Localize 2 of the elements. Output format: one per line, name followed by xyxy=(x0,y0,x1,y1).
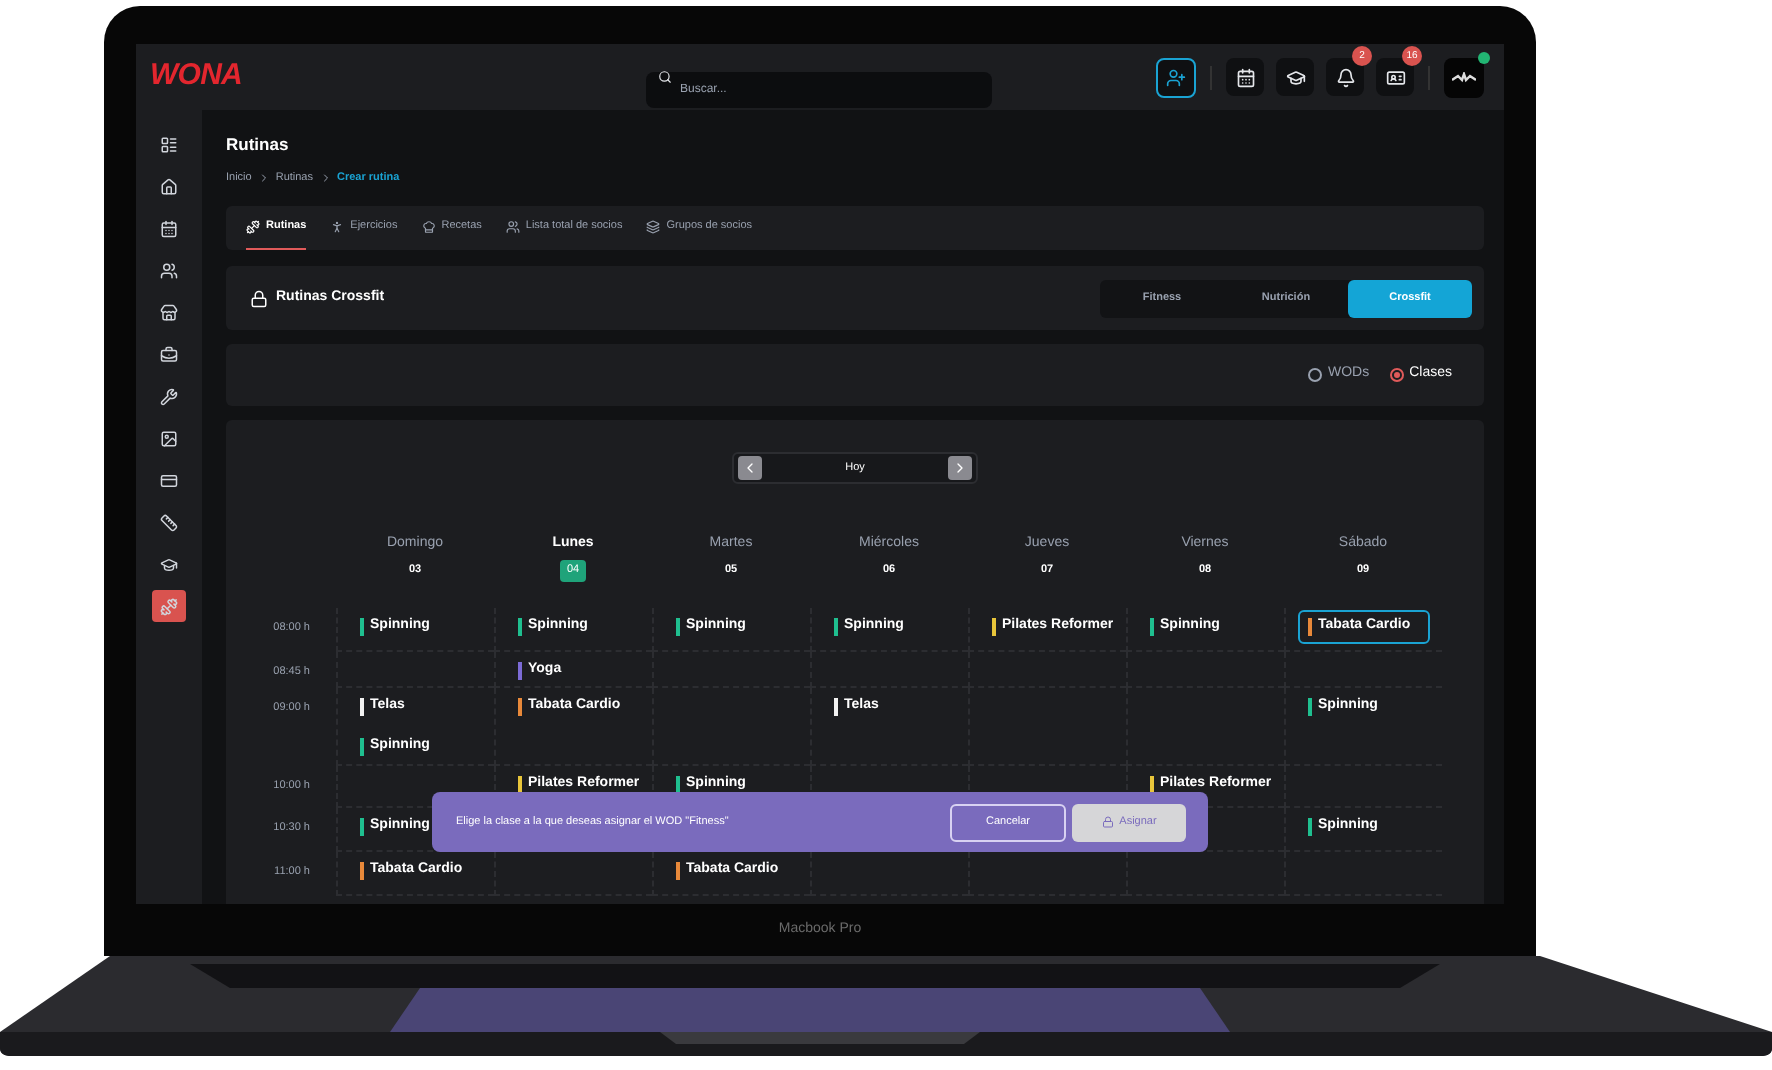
page-title: Rutinas xyxy=(226,132,291,156)
logo: WONA xyxy=(150,56,244,97)
